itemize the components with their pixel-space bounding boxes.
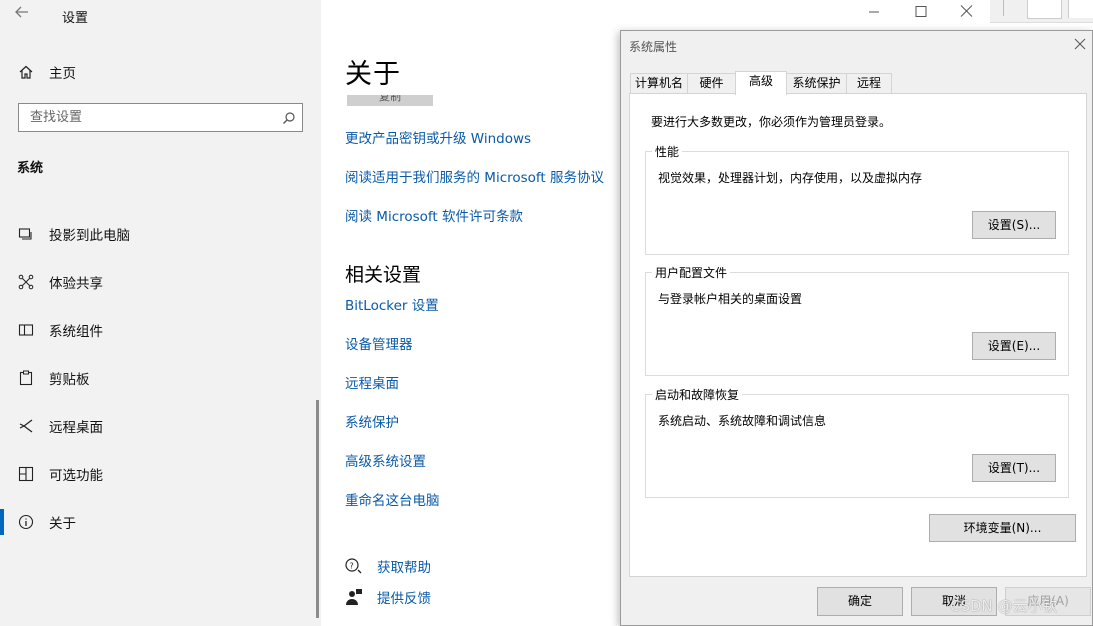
section-heading-system: 系统 (17, 161, 44, 176)
window-close-button[interactable] (960, 4, 973, 22)
nav-item-label: 投影到此电脑 (49, 228, 130, 244)
minimize-icon (869, 11, 879, 13)
performance-settings-button[interactable]: 设置(S)... (972, 211, 1056, 239)
link-feedback[interactable]: 提供反馈 (377, 587, 431, 607)
link-system-protection[interactable]: 系统保护 (345, 411, 399, 431)
nav-item-home[interactable]: 主页 (0, 54, 316, 90)
nav-item-label: 主页 (49, 66, 76, 82)
back-arrow-icon (15, 6, 28, 18)
group-title: 用户配置文件 (652, 264, 731, 281)
user-profiles-settings-button[interactable]: 设置(E)... (972, 332, 1056, 360)
search-settings-field[interactable] (18, 103, 303, 132)
nav-item-remote-desktop[interactable]: 远程桌面 (0, 408, 316, 444)
group-description: 视觉效果，处理器计划，内存使用，以及虚拟内存 (658, 171, 923, 185)
nav-item-project[interactable]: 投影到此电脑 (0, 216, 316, 252)
advanced-tab-panel: 要进行大多数更改，你必须作为管理员登录。 性能 视觉效果，处理器计划，内存使用，… (629, 93, 1087, 577)
performance-group: 性能 视觉效果，处理器计划，内存使用，以及虚拟内存 设置(S)... (645, 143, 1069, 255)
maximize-button[interactable] (915, 4, 927, 22)
tab-remote[interactable]: 远程 (846, 73, 892, 93)
info-icon (17, 514, 35, 530)
components-icon (17, 322, 35, 338)
tab-computer-name[interactable]: 计算机名 (630, 73, 688, 93)
remote-desktop-icon (17, 418, 35, 434)
system-properties-dialog: 系统属性 计算机名 硬件 高级 系统保护 远程 要进行大多数更改，你必须作为管理… (620, 30, 1093, 626)
link-device-manager[interactable]: 设备管理器 (345, 333, 413, 353)
help-chat-icon: ? (345, 558, 363, 574)
nav-item-label: 系统组件 (49, 324, 103, 340)
feedback-person-icon (345, 588, 363, 606)
startup-settings-button[interactable]: 设置(T)... (972, 454, 1056, 482)
search-input[interactable] (28, 109, 272, 126)
maximize-icon (915, 6, 927, 17)
nav-item-about[interactable]: 关于 (0, 504, 316, 540)
dialog-close-button[interactable] (1074, 35, 1086, 54)
tab-hardware[interactable]: 硬件 (687, 73, 736, 93)
optional-features-icon (17, 466, 35, 482)
page-title: 关于 (345, 59, 401, 90)
nav-item-label: 关于 (49, 516, 76, 532)
clipboard-icon (17, 370, 35, 386)
dialog-title: 系统属性 (629, 40, 678, 54)
nav-item-label: 远程桌面 (49, 420, 103, 436)
feedback-row[interactable]: 提供反馈 (345, 587, 431, 607)
csdn-watermark: CSDN @云小钦 (950, 597, 1058, 615)
link-service-agreement[interactable]: 阅读适用于我们服务的 Microsoft 服务协议 (345, 166, 604, 186)
nav-item-shared-experiences[interactable]: 体验共享 (0, 264, 316, 300)
startup-recovery-group: 启动和故障恢复 系统启动、系统故障和调试信息 设置(T)... (645, 386, 1069, 498)
nav-item-clipboard[interactable]: 剪贴板 (0, 360, 316, 396)
user-profiles-group: 用户配置文件 与登录帐户相关的桌面设置 设置(E)... (645, 264, 1069, 376)
search-icon[interactable] (282, 110, 296, 129)
share-experience-icon (17, 274, 35, 290)
nav-scrollbar[interactable] (316, 400, 319, 618)
nav-item-system-components[interactable]: 系统组件 (0, 312, 316, 348)
back-button[interactable] (14, 4, 38, 26)
environment-variables-button[interactable]: 环境变量(N)... (929, 514, 1076, 542)
link-change-product-key[interactable]: 更改产品密钥或升级 Windows (345, 127, 531, 147)
background-window-edge (990, 0, 1093, 23)
copy-button[interactable]: 复制 (347, 95, 433, 106)
close-icon (1074, 38, 1086, 50)
close-icon (960, 5, 973, 17)
settings-nav-pane: 设置 主页 系统 投影到此电脑 体验共享 系统组件 剪贴板 (0, 0, 321, 626)
get-help-row[interactable]: ? 获取帮助 (345, 556, 431, 576)
nav-item-optional-features[interactable]: 可选功能 (0, 456, 316, 492)
link-get-help[interactable]: 获取帮助 (377, 556, 431, 576)
group-title: 性能 (652, 143, 683, 160)
tab-system-protection[interactable]: 系统保护 (786, 73, 847, 93)
related-settings-heading: 相关设置 (345, 264, 422, 286)
nav-item-label: 剪贴板 (49, 372, 90, 388)
projector-icon (17, 226, 35, 242)
app-title: 设置 (62, 11, 89, 26)
minimize-button[interactable] (868, 4, 880, 22)
home-icon (17, 64, 35, 80)
link-bitlocker[interactable]: BitLocker 设置 (345, 294, 439, 314)
ok-button[interactable]: 确定 (817, 587, 903, 616)
nav-item-label: 体验共享 (49, 276, 103, 292)
tab-advanced[interactable]: 高级 (735, 71, 787, 95)
link-remote-desktop[interactable]: 远程桌面 (345, 372, 399, 392)
nav-item-label: 可选功能 (49, 468, 103, 484)
svg-text:?: ? (350, 562, 354, 571)
link-rename-pc[interactable]: 重命名这台电脑 (345, 489, 440, 509)
group-description: 与登录帐户相关的桌面设置 (658, 292, 803, 306)
link-license-terms[interactable]: 阅读 Microsoft 软件许可条款 (345, 205, 523, 225)
link-advanced-system-settings[interactable]: 高级系统设置 (345, 450, 426, 470)
admin-note: 要进行大多数更改，你必须作为管理员登录。 (651, 115, 892, 129)
group-description: 系统启动、系统故障和调试信息 (658, 414, 827, 428)
group-title: 启动和故障恢复 (652, 386, 743, 403)
